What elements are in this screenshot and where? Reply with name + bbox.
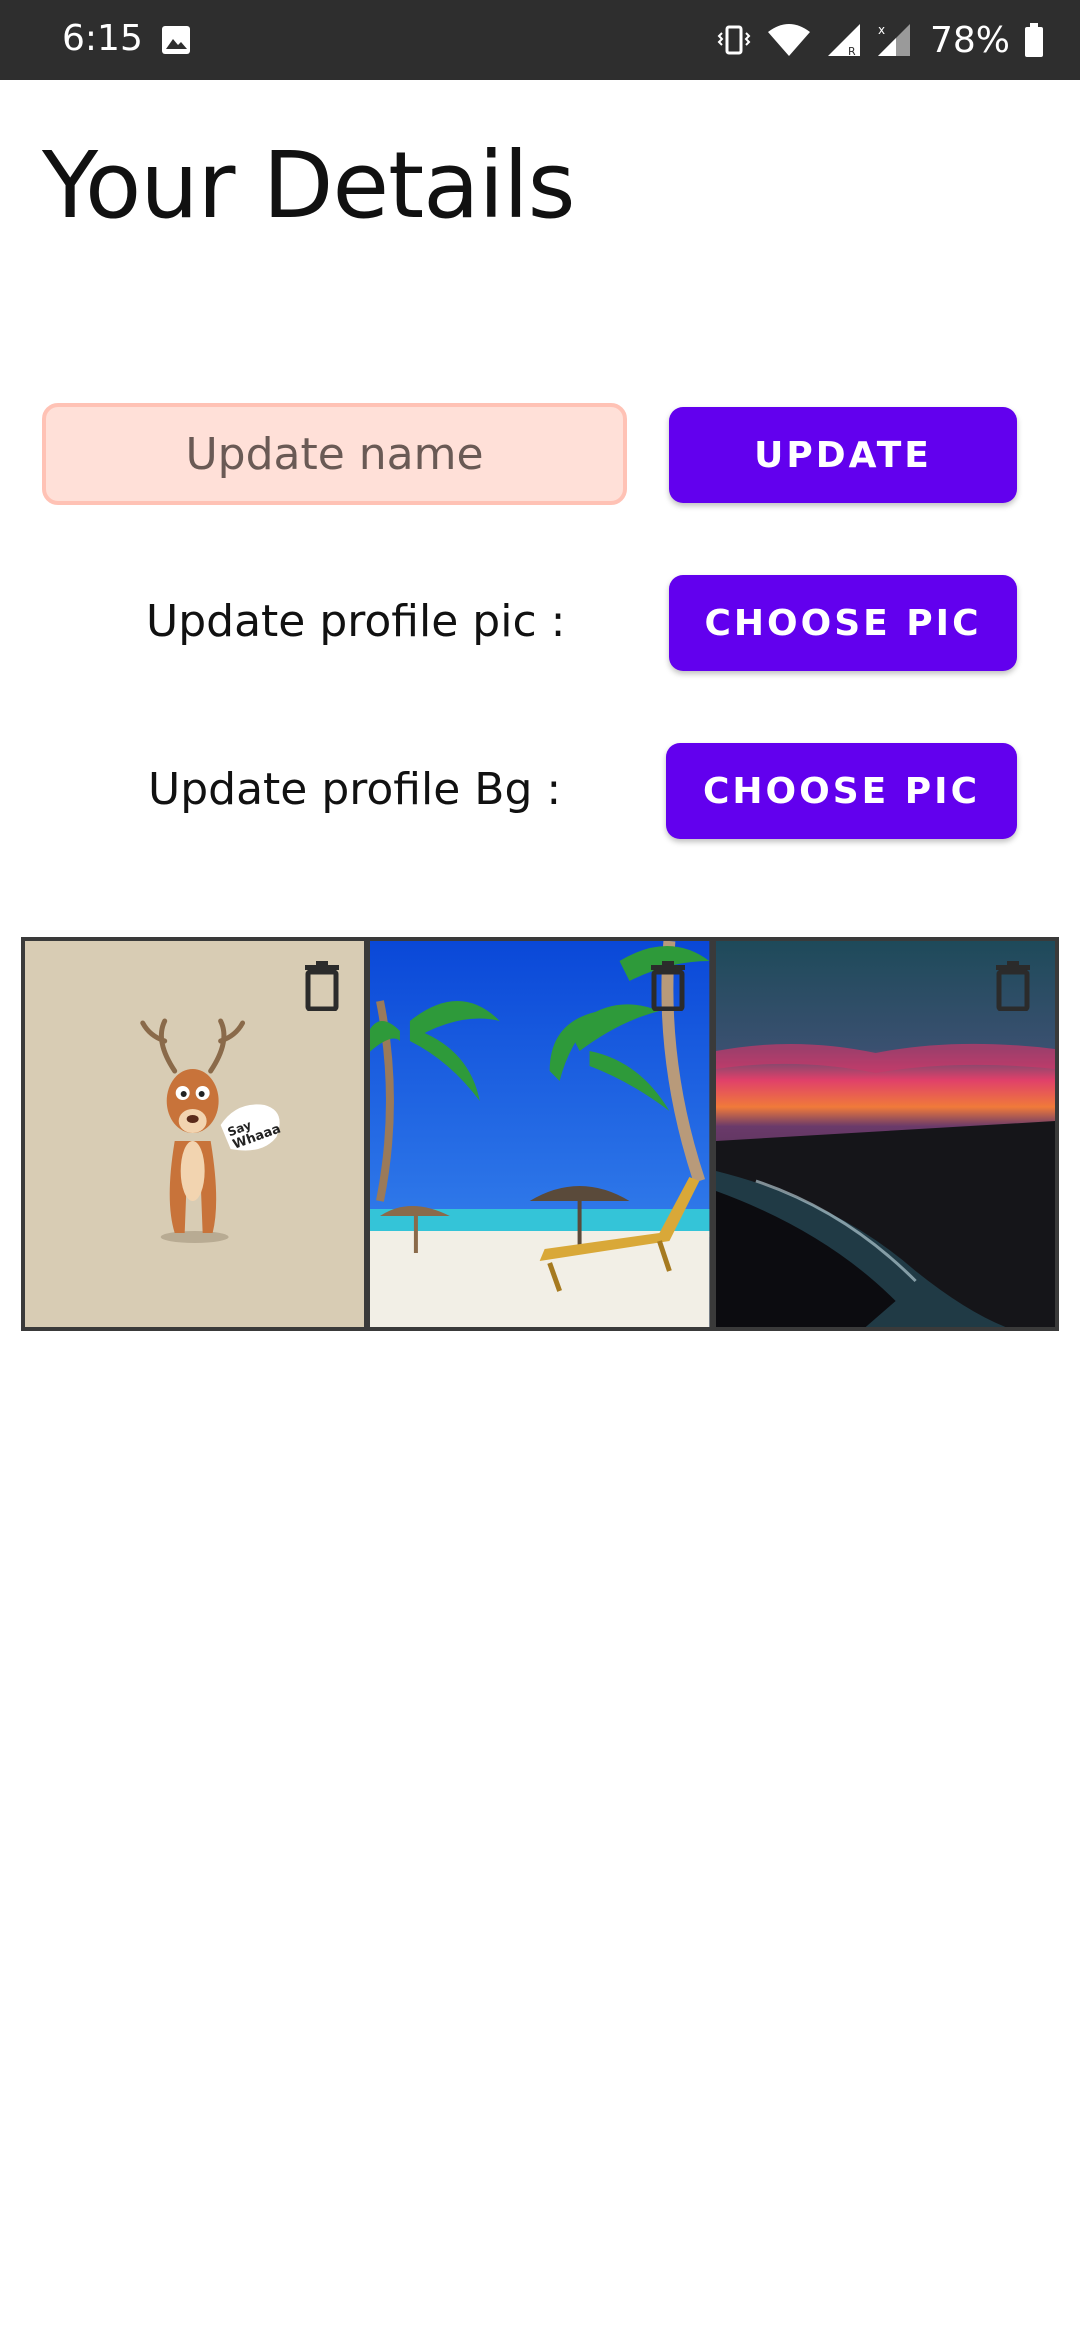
gallery-item-sunset[interactable] [715, 941, 1055, 1327]
status-icons: R x 78% [716, 0, 1044, 80]
signal-icon: R [827, 24, 860, 58]
wifi-icon [767, 24, 810, 56]
battery-icon [1025, 23, 1043, 57]
image-gallery: Say Whaaa [21, 937, 1059, 1331]
status-bar: 6:15 R x 78% [0, 0, 1080, 80]
gallery-item-beach[interactable] [370, 941, 710, 1327]
name-input[interactable] [42, 403, 627, 505]
trash-icon[interactable] [302, 961, 342, 1011]
profile-bg-label: Update profile Bg : [148, 764, 562, 815]
gallery-icon [162, 26, 190, 54]
gallery-item-deer[interactable]: Say Whaaa [25, 941, 365, 1327]
status-time: 6:15 [62, 18, 143, 59]
battery-percent: 78% [929, 19, 1010, 61]
svg-text:R: R [848, 45, 856, 58]
choose-profile-bg-button[interactable]: CHOOSE PIC [666, 743, 1017, 839]
signal-icon: x [877, 23, 910, 56]
update-button[interactable]: UPDATE [669, 407, 1017, 503]
trash-icon[interactable] [993, 961, 1033, 1011]
page-title: Your Details [42, 132, 576, 239]
trash-icon[interactable] [648, 961, 688, 1011]
vibrate-icon [717, 25, 751, 55]
profile-pic-label: Update profile pic : [146, 596, 566, 647]
choose-profile-pic-button[interactable]: CHOOSE PIC [669, 575, 1017, 671]
svg-text:x: x [878, 23, 885, 37]
